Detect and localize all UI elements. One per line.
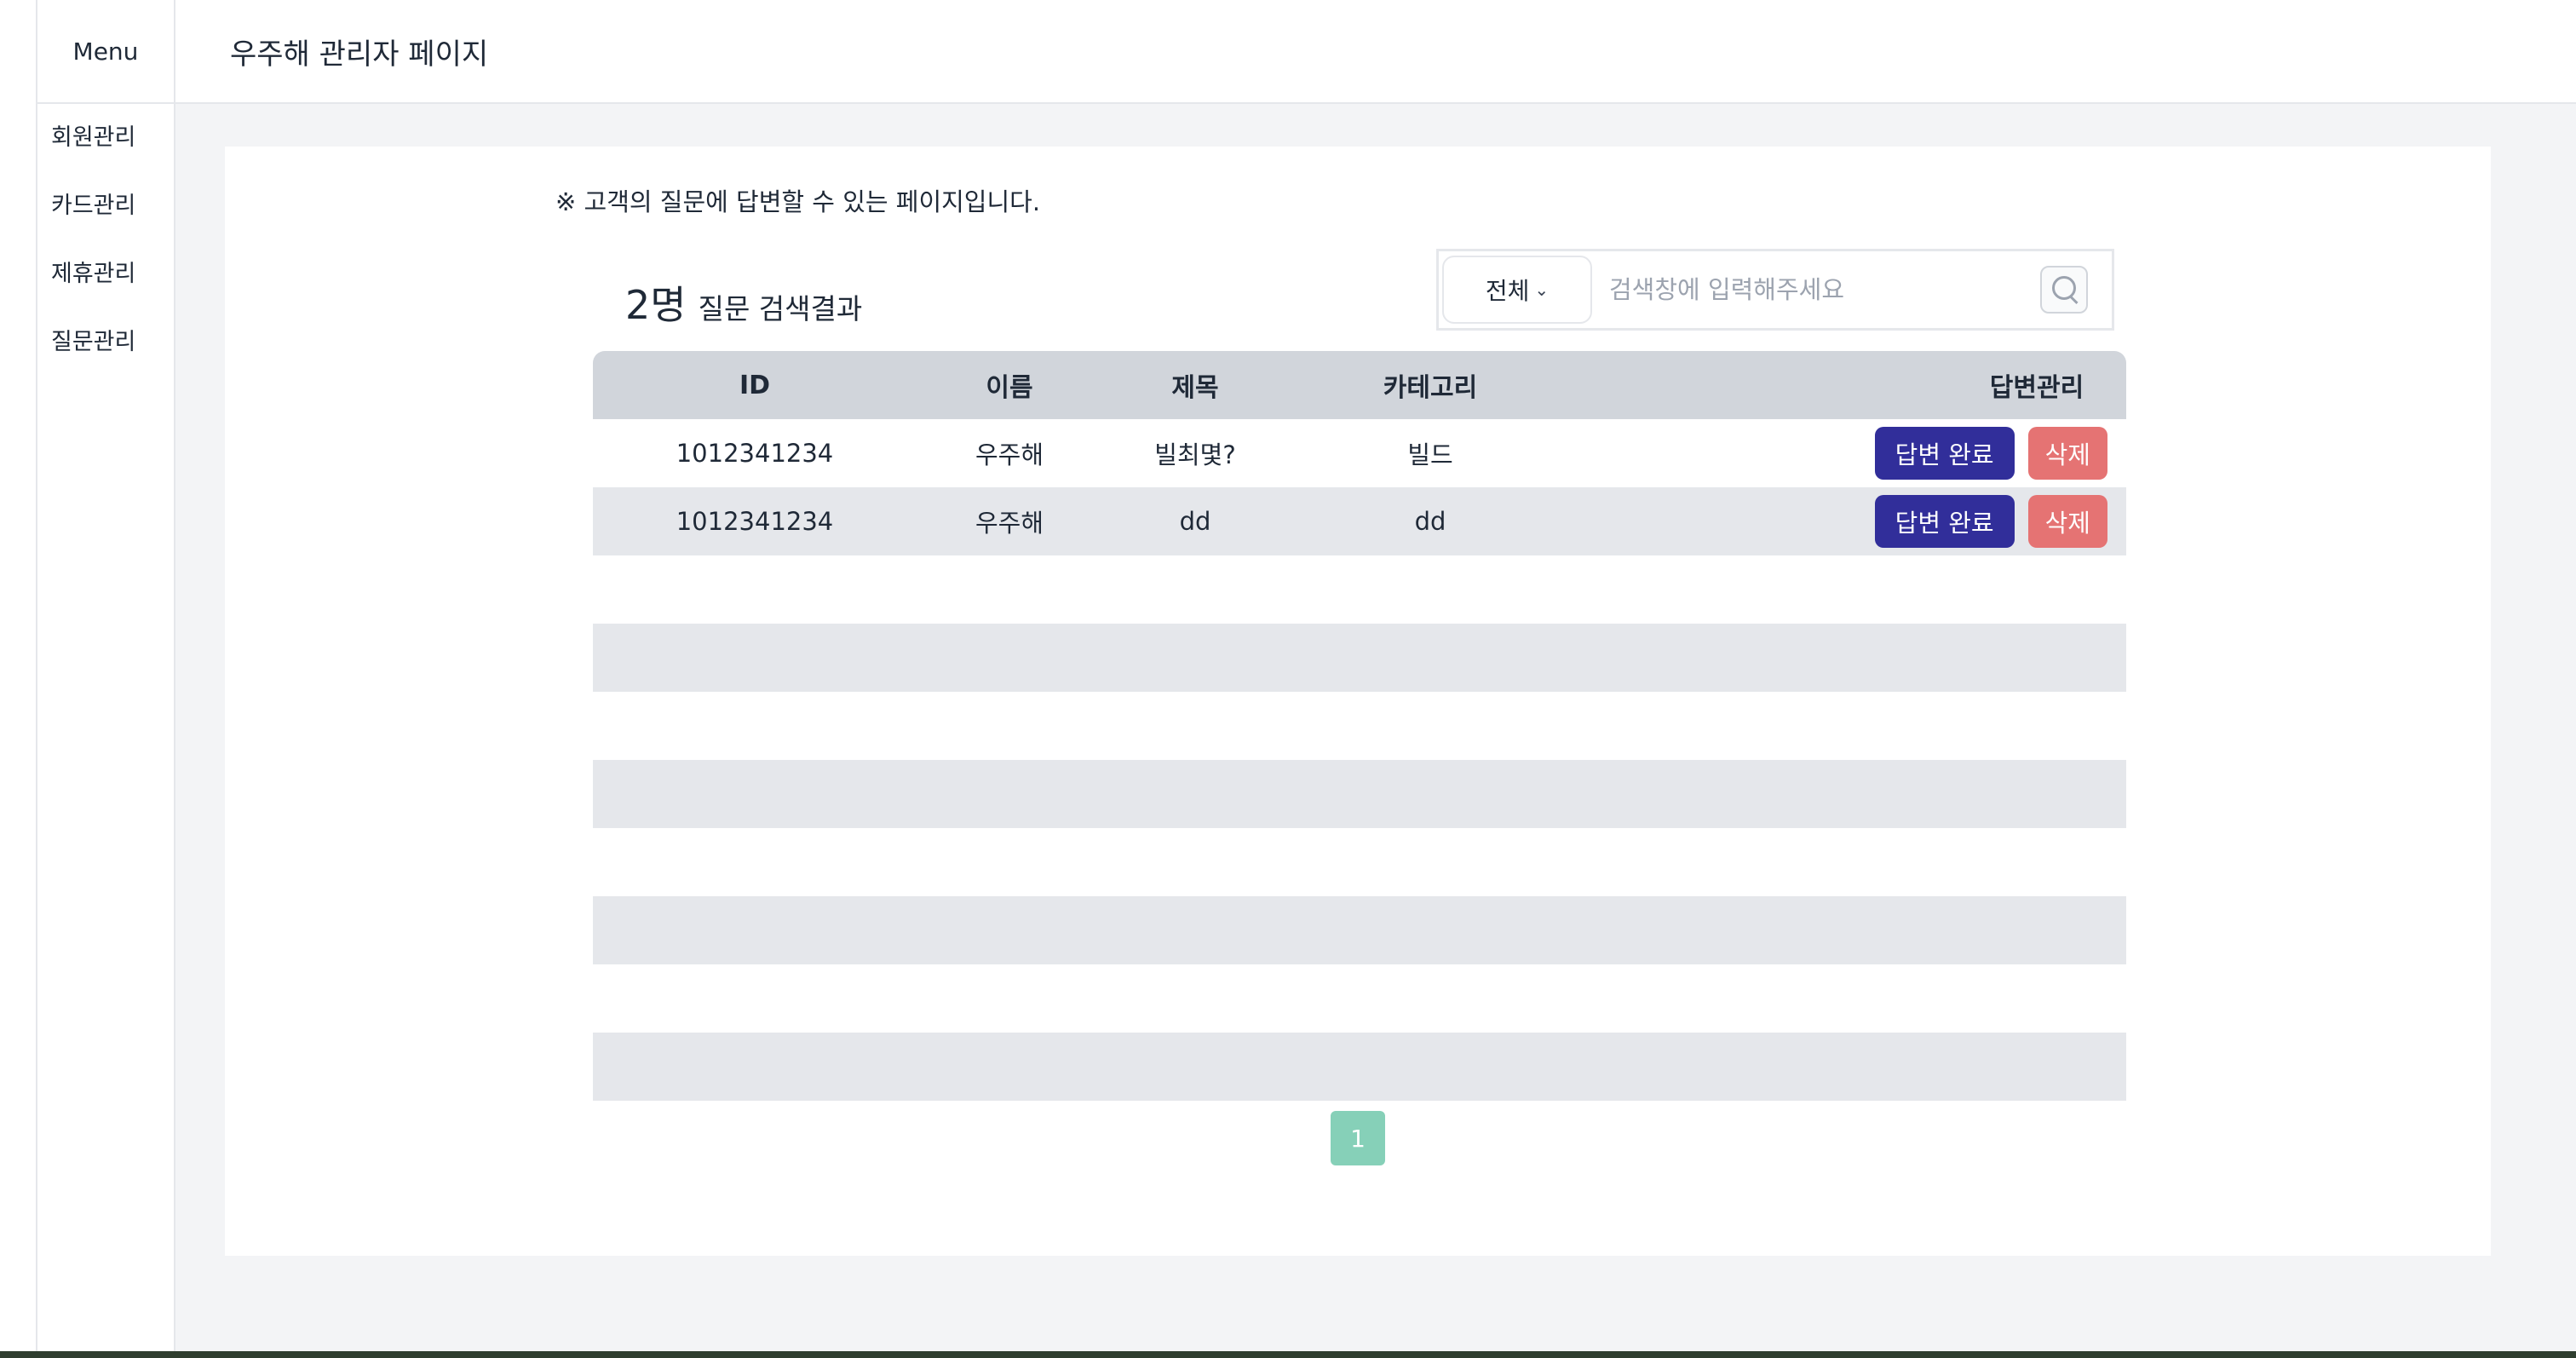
sidebar-item-cards[interactable]: 카드관리 <box>37 172 174 240</box>
column-header-id: ID <box>739 370 771 400</box>
cell-id: 1012341234 <box>676 439 834 468</box>
cell-title: 빌최몇? <box>1154 440 1236 469</box>
result-summary: 2명 질문 검색결과 <box>625 274 862 331</box>
sidebar-menu-label: Menu <box>37 0 174 104</box>
sidebar-item-questions[interactable]: 질문관리 <box>37 308 174 377</box>
column-header-manage: 답변관리 <box>1989 373 2084 403</box>
chevron-down-icon: ⌄ <box>1534 279 1550 300</box>
table-body: 1012341234 우주해 빌최몇? 빌드 답변 완료 삭제 10123412… <box>593 419 2126 1101</box>
sidebar: Menu 회원관리 카드관리 제휴관리 질문관리 <box>37 0 175 1358</box>
column-header-title: 제목 <box>1171 373 1219 403</box>
cell-name: 우주해 <box>975 509 1044 538</box>
search-icon[interactable] <box>2040 266 2088 314</box>
empty-table-row <box>593 692 2126 760</box>
bottom-edge <box>0 1351 2576 1358</box>
cell-category: 빌드 <box>1407 440 1453 469</box>
cell-manage: 답변 완료 삭제 <box>1573 427 2126 480</box>
table-row: 1012341234 우주해 dd dd 답변 완료 삭제 <box>593 487 2126 555</box>
cell-title: dd <box>1179 507 1211 536</box>
empty-table-row <box>593 896 2126 964</box>
column-header-name: 이름 <box>986 373 1033 403</box>
table-row: 1012341234 우주해 빌최몇? 빌드 답변 완료 삭제 <box>593 419 2126 487</box>
empty-table-row <box>593 760 2126 828</box>
page-button-1[interactable]: 1 <box>1331 1111 1385 1165</box>
table-header: ID 이름 제목 카테고리 답변관리 <box>593 351 2126 419</box>
answer-done-button[interactable]: 답변 완료 <box>1874 427 2015 480</box>
category-select-value: 전체 <box>1485 277 1530 305</box>
empty-table-row <box>593 964 2126 1033</box>
questions-table: ID 이름 제목 카테고리 답변관리 1012341234 우주해 빌최몇? 빌… <box>593 351 2126 1101</box>
result-label: 질문 검색결과 <box>698 292 863 325</box>
cell-id: 1012341234 <box>676 507 834 536</box>
app-window: Menu 회원관리 카드관리 제휴관리 질문관리 우주해 관리자 페이지 ※ 고… <box>0 0 2576 1358</box>
empty-table-row <box>593 555 2126 624</box>
category-select[interactable]: 전체 ⌄ <box>1442 256 1592 324</box>
search-input[interactable] <box>1609 256 2040 324</box>
search-bar: 전체 ⌄ <box>1436 249 2114 331</box>
page-notice: ※ 고객의 질문에 답변할 수 있는 페이지입니다. <box>555 187 1041 216</box>
pagination: 1 <box>1331 1111 1385 1165</box>
cell-category: dd <box>1414 507 1446 536</box>
cell-manage: 답변 완료 삭제 <box>1573 495 2126 548</box>
content-panel: ※ 고객의 질문에 답변할 수 있는 페이지입니다. 2명 질문 검색결과 전체… <box>225 147 2491 1256</box>
sidebar-item-members[interactable]: 회원관리 <box>37 104 174 172</box>
topbar: 우주해 관리자 페이지 <box>175 0 2576 104</box>
window-edge <box>0 0 37 1358</box>
page-title: 우주해 관리자 페이지 <box>230 37 489 72</box>
empty-table-row <box>593 1033 2126 1101</box>
column-header-category: 카테고리 <box>1383 373 1478 403</box>
delete-button[interactable]: 삭제 <box>2027 427 2107 480</box>
answer-done-button[interactable]: 답변 완료 <box>1874 495 2015 548</box>
empty-table-row <box>593 624 2126 692</box>
sidebar-item-partners[interactable]: 제휴관리 <box>37 240 174 308</box>
empty-table-row <box>593 828 2126 896</box>
delete-button[interactable]: 삭제 <box>2027 495 2107 548</box>
result-count: 2명 <box>625 282 687 328</box>
cell-name: 우주해 <box>975 440 1044 469</box>
